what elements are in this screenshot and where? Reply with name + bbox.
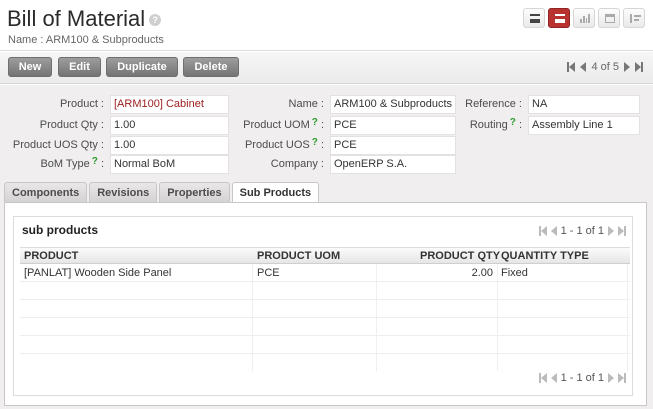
product-label: Product :: [59, 98, 104, 110]
help-icon[interactable]: ?: [312, 137, 318, 148]
help-icon[interactable]: ?: [149, 14, 162, 27]
toolbar: New Edit Duplicate Delete 4 of 5: [0, 52, 653, 84]
cell-product: [PANLAT] Wooden Side Panel: [24, 267, 172, 279]
column-header-product-qty[interactable]: PRODUCT QTY: [420, 250, 500, 262]
colon: :: [518, 119, 522, 131]
bom-type-field[interactable]: Normal BoM: [110, 155, 229, 174]
grid-pager-bottom: 1 - 1 of 1: [538, 372, 626, 384]
last-page-icon[interactable]: [618, 373, 626, 383]
product-uom-label-text: Product UOM: [243, 119, 310, 131]
previous-page-icon[interactable]: [550, 226, 557, 236]
grid-header: PRODUCT PRODUCT UOM PRODUCT QTY QUANTITY…: [20, 247, 630, 264]
help-icon[interactable]: ?: [510, 117, 516, 128]
tab-components[interactable]: Components: [4, 182, 88, 202]
product-uos-label-text: Product UOS: [244, 139, 310, 151]
routing-label: Routing? :: [455, 117, 522, 131]
notebook-tabs: Components Revisions Properties Sub Prod…: [4, 182, 320, 203]
product-uom-field[interactable]: PCE: [330, 116, 456, 135]
product-uom-label: Product UOM? :: [230, 117, 324, 131]
grid-pager-count: 1 - 1 of 1: [560, 225, 604, 237]
cell-qty: 2.00: [471, 267, 493, 279]
product-uos-field[interactable]: PCE: [330, 136, 456, 155]
bom-type-label-text: BoM Type: [40, 158, 90, 170]
colon: :: [320, 119, 324, 131]
cell-uom: PCE: [257, 267, 280, 279]
table-row[interactable]: [PANLAT] Wooden Side Panel PCE 2.00 Fixe…: [20, 264, 630, 282]
grid-body: [PANLAT] Wooden Side Panel PCE 2.00 Fixe…: [20, 264, 630, 371]
next-record-icon[interactable]: [624, 62, 630, 72]
record-pager: 4 of 5: [567, 61, 643, 73]
help-icon[interactable]: ?: [92, 156, 98, 167]
page-header: Bill of Material? Name : ARM100 & Subpro…: [0, 0, 653, 50]
company-field[interactable]: OpenERP S.A.: [330, 155, 456, 174]
previous-page-icon[interactable]: [550, 373, 557, 383]
calendar-icon: [605, 14, 615, 23]
list-icon: [530, 14, 540, 23]
view-switcher: [523, 8, 645, 28]
first-page-icon[interactable]: [538, 373, 547, 383]
previous-record-icon[interactable]: [580, 62, 587, 72]
product-uos-qty-field[interactable]: 1.00: [110, 136, 229, 155]
first-record-icon[interactable]: [567, 62, 576, 72]
bom-type-label: BoM Type? :: [0, 156, 104, 170]
bar-chart-icon: [580, 14, 590, 23]
colon: :: [320, 139, 324, 151]
next-page-icon[interactable]: [608, 373, 614, 383]
tab-properties[interactable]: Properties: [159, 182, 230, 202]
name-field[interactable]: ARM100 & Subproducts: [330, 95, 456, 114]
tab-sub-products[interactable]: Sub Products: [231, 182, 320, 203]
edit-button[interactable]: Edit: [58, 57, 101, 77]
calendar-view-button[interactable]: [598, 8, 620, 28]
grid-pager-top: 1 - 1 of 1: [538, 225, 626, 237]
page-title: Bill of Material?: [7, 5, 162, 33]
list-view-button[interactable]: [523, 8, 545, 28]
column-header-quantity-type[interactable]: QUANTITY TYPE: [501, 250, 589, 262]
first-page-icon[interactable]: [538, 226, 547, 236]
empty-row: [20, 336, 630, 354]
duplicate-button[interactable]: Duplicate: [106, 57, 178, 77]
page-title-text: Bill of Material: [7, 6, 146, 31]
grid-pager-count: 1 - 1 of 1: [560, 372, 604, 384]
empty-row: [20, 300, 630, 318]
tab-revisions[interactable]: Revisions: [89, 182, 158, 202]
product-uos-label: Product UOS? :: [230, 137, 324, 151]
reference-label: Reference :: [465, 98, 522, 110]
graph-view-button[interactable]: [573, 8, 595, 28]
record-counter: 4 of 5: [591, 61, 619, 73]
product-qty-field[interactable]: 1.00: [110, 116, 229, 135]
tree-icon: [630, 14, 641, 23]
colon: :: [100, 158, 104, 170]
delete-button[interactable]: Delete: [183, 57, 239, 77]
empty-row: [20, 318, 630, 336]
tree-view-button[interactable]: [623, 8, 645, 28]
last-record-icon[interactable]: [635, 62, 643, 72]
routing-label-text: Routing: [469, 119, 508, 131]
empty-row: [20, 282, 630, 300]
header-divider: [0, 50, 653, 51]
cell-type: Fixed: [501, 267, 528, 279]
name-label: Name :: [288, 98, 324, 110]
product-qty-label: Product Qty :: [39, 119, 104, 131]
help-icon[interactable]: ?: [312, 117, 318, 128]
column-header-product-uom[interactable]: PRODUCT UOM: [257, 250, 340, 262]
next-page-icon[interactable]: [608, 226, 614, 236]
product-uos-qty-label: Product UOS Qty :: [12, 139, 104, 151]
last-page-icon[interactable]: [618, 226, 626, 236]
company-label: Company :: [270, 158, 324, 170]
column-header-product[interactable]: PRODUCT: [24, 250, 78, 262]
new-button[interactable]: New: [8, 57, 52, 77]
reference-field[interactable]: NA: [528, 95, 640, 114]
sub-products-grid: sub products 1 - 1 of 1 PRODUCT PRODUCT …: [13, 216, 633, 396]
form-view-button[interactable]: [548, 8, 570, 28]
form-icon: [555, 14, 565, 23]
routing-field[interactable]: Assembly Line 1: [528, 116, 640, 135]
breadcrumb: Name : ARM100 & Subproducts: [8, 34, 164, 46]
grid-title: sub products: [22, 223, 99, 237]
product-field[interactable]: [ARM100] Cabinet: [110, 95, 229, 114]
